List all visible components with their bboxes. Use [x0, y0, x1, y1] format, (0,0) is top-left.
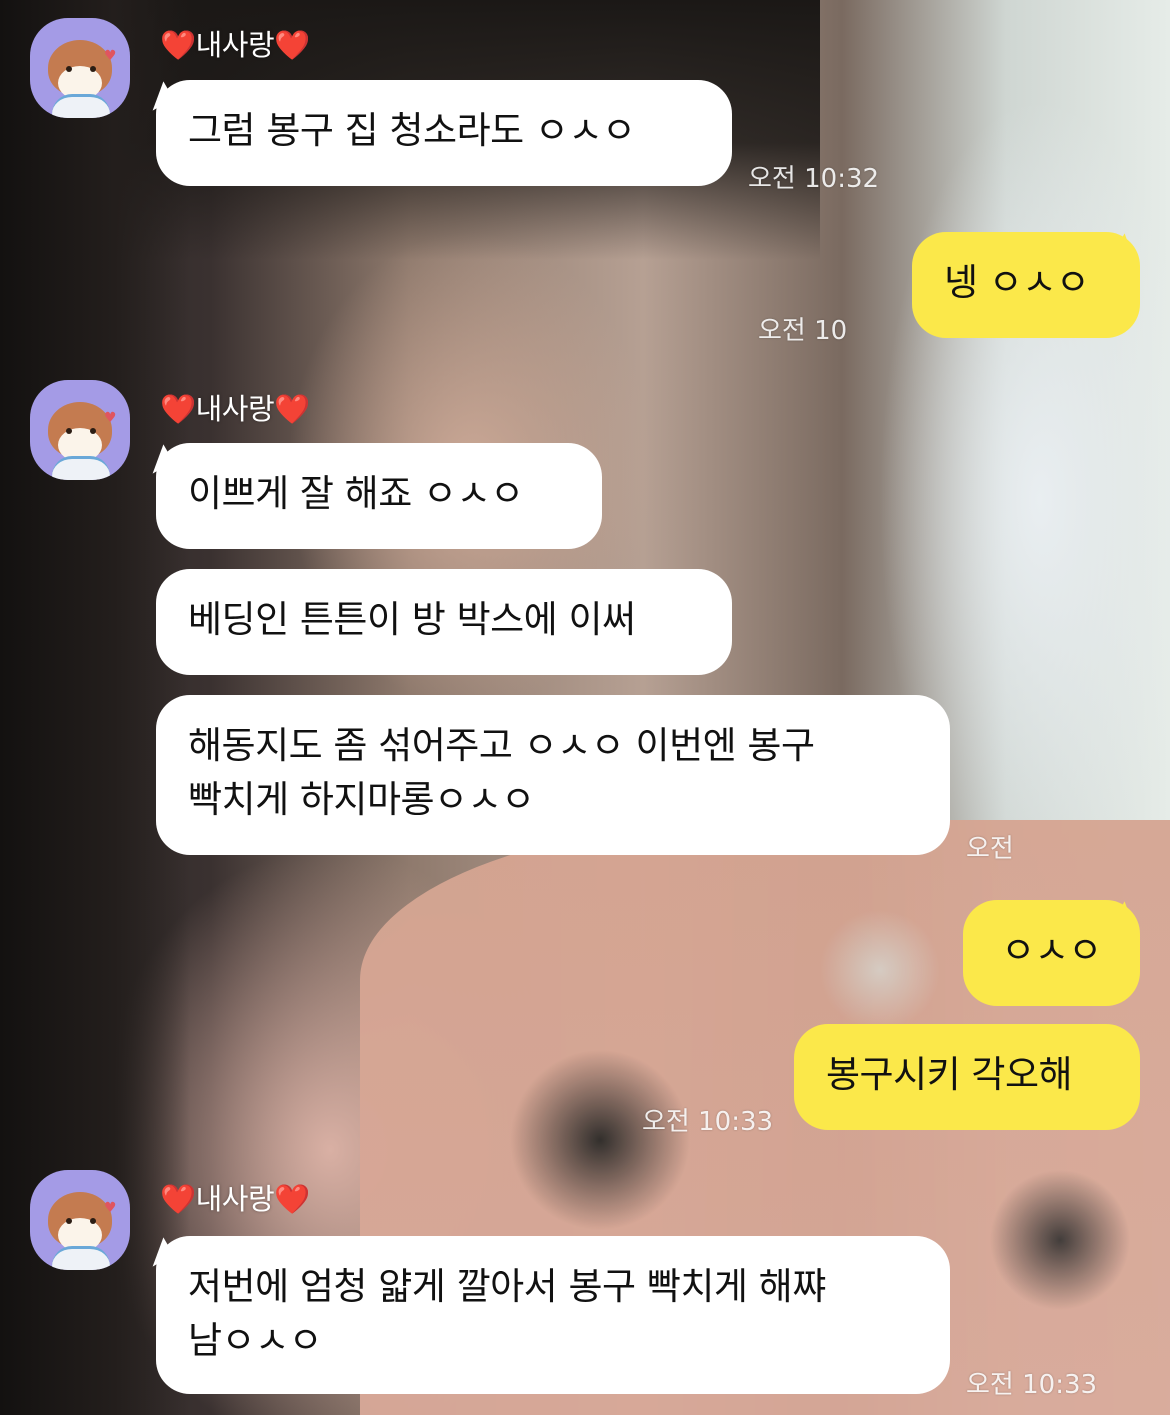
message-bubble-sent[interactable]: 넹 ㅇㅅㅇ [912, 232, 1140, 338]
contact-name: ❤️내사랑❤️ [160, 392, 310, 426]
message-timestamp: 오전 10:33 [966, 1370, 1098, 1400]
message-bubble-received[interactable]: 이쁘게 잘 해죠 ㅇㅅㅇ [156, 443, 602, 549]
heart-icon: ♥ [104, 410, 117, 426]
heart-icon: ♥ [104, 48, 117, 64]
message-timestamp: 오전 10:32 [748, 164, 880, 194]
message-timestamp: 오전 10:33 [642, 1107, 774, 1137]
contact-name: ❤️내사랑❤️ [160, 28, 310, 62]
heart-icon: ❤️ [274, 28, 310, 62]
heart-icon: ♥ [104, 1200, 117, 1216]
heart-icon: ❤️ [274, 392, 310, 426]
heart-icon: ❤️ [160, 28, 196, 62]
message-bubble-sent[interactable]: 봉구시키 각오해 [794, 1024, 1140, 1130]
contact-avatar-icon[interactable]: ♥ [30, 1170, 130, 1270]
contact-name: ❤️내사랑❤️ [160, 1182, 310, 1216]
heart-icon: ❤️ [160, 392, 196, 426]
message-timestamp: 오전 10 [758, 316, 848, 346]
message-bubble-received[interactable]: 저번에 엄청 얇게 깔아서 봉구 빡치게 해쨔 남ㅇㅅㅇ [156, 1236, 950, 1394]
heart-icon: ❤️ [160, 1182, 196, 1216]
message-bubble-received[interactable]: 그럼 봉구 집 청소라도 ㅇㅅㅇ [156, 80, 732, 186]
heart-icon: ❤️ [274, 1182, 310, 1216]
contact-avatar-icon[interactable]: ♥ [30, 18, 130, 118]
contact-avatar-icon[interactable]: ♥ [30, 380, 130, 480]
message-bubble-sent[interactable]: ㅇㅅㅇ [963, 900, 1140, 1006]
message-bubble-received[interactable]: 베딩인 튼튼이 방 박스에 이써 [156, 569, 732, 675]
message-timestamp: 오전 [966, 834, 1014, 864]
message-bubble-received[interactable]: 해동지도 좀 섞어주고 ㅇㅅㅇ 이번엔 봉구 빡치게 하지마롱ㅇㅅㅇ [156, 695, 950, 855]
